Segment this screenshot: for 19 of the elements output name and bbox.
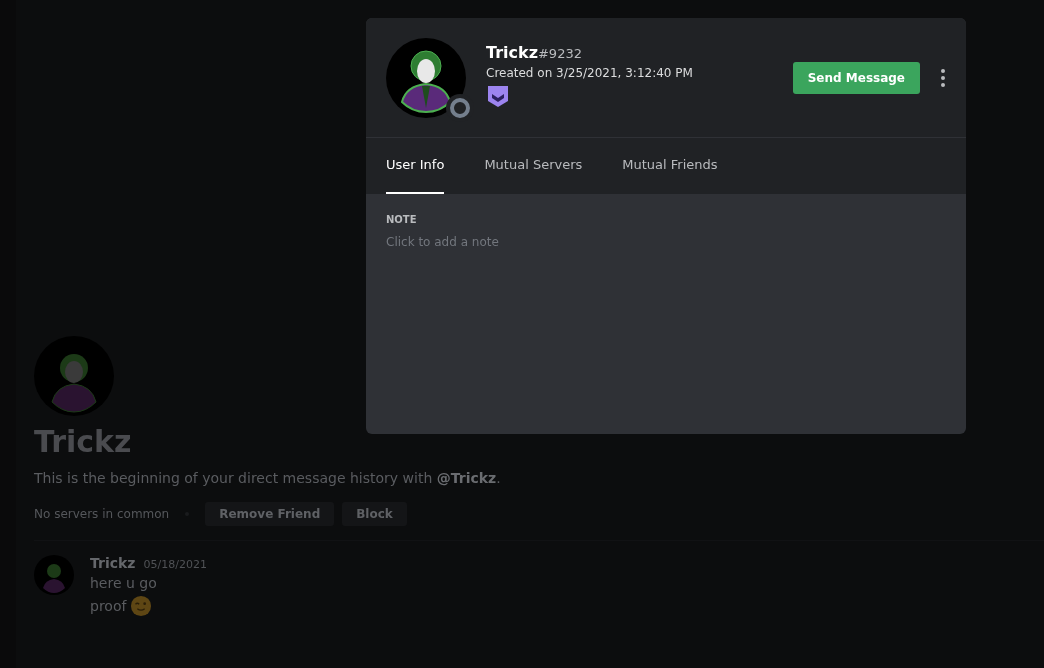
intro-text: This is the beginning of your direct message history with @Trickz. bbox=[34, 470, 502, 486]
username: Trickz bbox=[486, 43, 538, 62]
profile-tab[interactable]: Mutual Friends bbox=[622, 138, 718, 194]
avatar-drawing bbox=[34, 555, 74, 595]
more-options-icon[interactable] bbox=[940, 67, 946, 88]
author-name: Trickz bbox=[90, 555, 136, 571]
message-text: proof bbox=[90, 598, 127, 614]
profile-tab[interactable]: Mutual Servers bbox=[484, 138, 583, 194]
shield-badge-icon bbox=[486, 84, 510, 108]
profile-tab[interactable]: User Info bbox=[386, 138, 445, 194]
note-field[interactable]: Click to add a note bbox=[386, 233, 946, 251]
status-indicator bbox=[450, 97, 470, 118]
note-heading: NOTE bbox=[386, 214, 418, 225]
timestamp: 05/18/2021 bbox=[143, 558, 207, 571]
discriminator: #9232 bbox=[537, 46, 582, 61]
message-text: here u go bbox=[90, 575, 157, 591]
servers-text: No servers in common bbox=[34, 507, 170, 521]
user-name: Trickz bbox=[34, 424, 133, 460]
created-date: Created on 3/25/2021, 3:12:40 PM bbox=[486, 66, 694, 80]
